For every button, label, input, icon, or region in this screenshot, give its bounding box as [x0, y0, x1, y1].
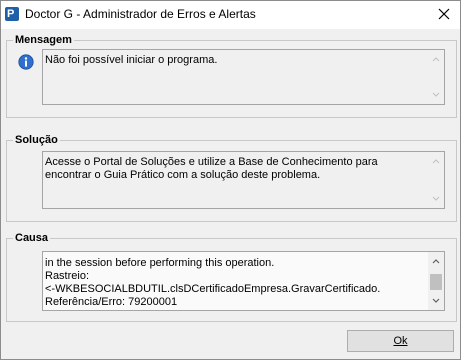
window-title: Doctor G - Administrador de Erros e Aler… [25, 7, 256, 21]
mensagem-legend: Mensagem [15, 34, 72, 46]
scroll-down-arrow-icon[interactable] [431, 296, 441, 306]
solucao-text: Acesse o Portal de Soluções e utilize a … [45, 156, 381, 181]
causa-scrollbar[interactable] [428, 252, 444, 310]
mensagem-textbox[interactable]: Não foi possível iniciar o programa. [42, 49, 445, 105]
scroll-up-arrow-icon[interactable] [431, 156, 441, 166]
mensagem-scrollbar[interactable] [428, 50, 444, 104]
scroll-down-arrow-icon[interactable] [431, 194, 441, 204]
title-bar: Doctor G - Administrador de Erros e Aler… [1, 1, 460, 29]
info-icon [18, 54, 34, 70]
scroll-thumb[interactable] [430, 274, 442, 290]
causa-legend: Causa [15, 232, 49, 244]
scroll-down-arrow-icon[interactable] [431, 90, 441, 100]
solucao-textbox[interactable]: Acesse o Portal de Soluções e utilize a … [42, 151, 445, 209]
causa-textbox[interactable]: in the session before performing this op… [42, 251, 445, 311]
close-button[interactable] [431, 3, 457, 25]
close-icon [438, 8, 450, 20]
ok-button[interactable]: Ok [347, 330, 454, 352]
solucao-legend: Solução [15, 134, 58, 146]
solucao-scrollbar[interactable] [428, 152, 444, 208]
scroll-up-arrow-icon[interactable] [431, 54, 441, 64]
app-logo-icon [5, 7, 19, 21]
scroll-up-arrow-icon[interactable] [431, 256, 441, 266]
causa-text: in the session before performing this op… [45, 257, 381, 308]
error-dialog: Doctor G - Administrador de Erros e Aler… [0, 0, 461, 360]
mensagem-text: Não foi possível iniciar o programa. [45, 54, 218, 66]
